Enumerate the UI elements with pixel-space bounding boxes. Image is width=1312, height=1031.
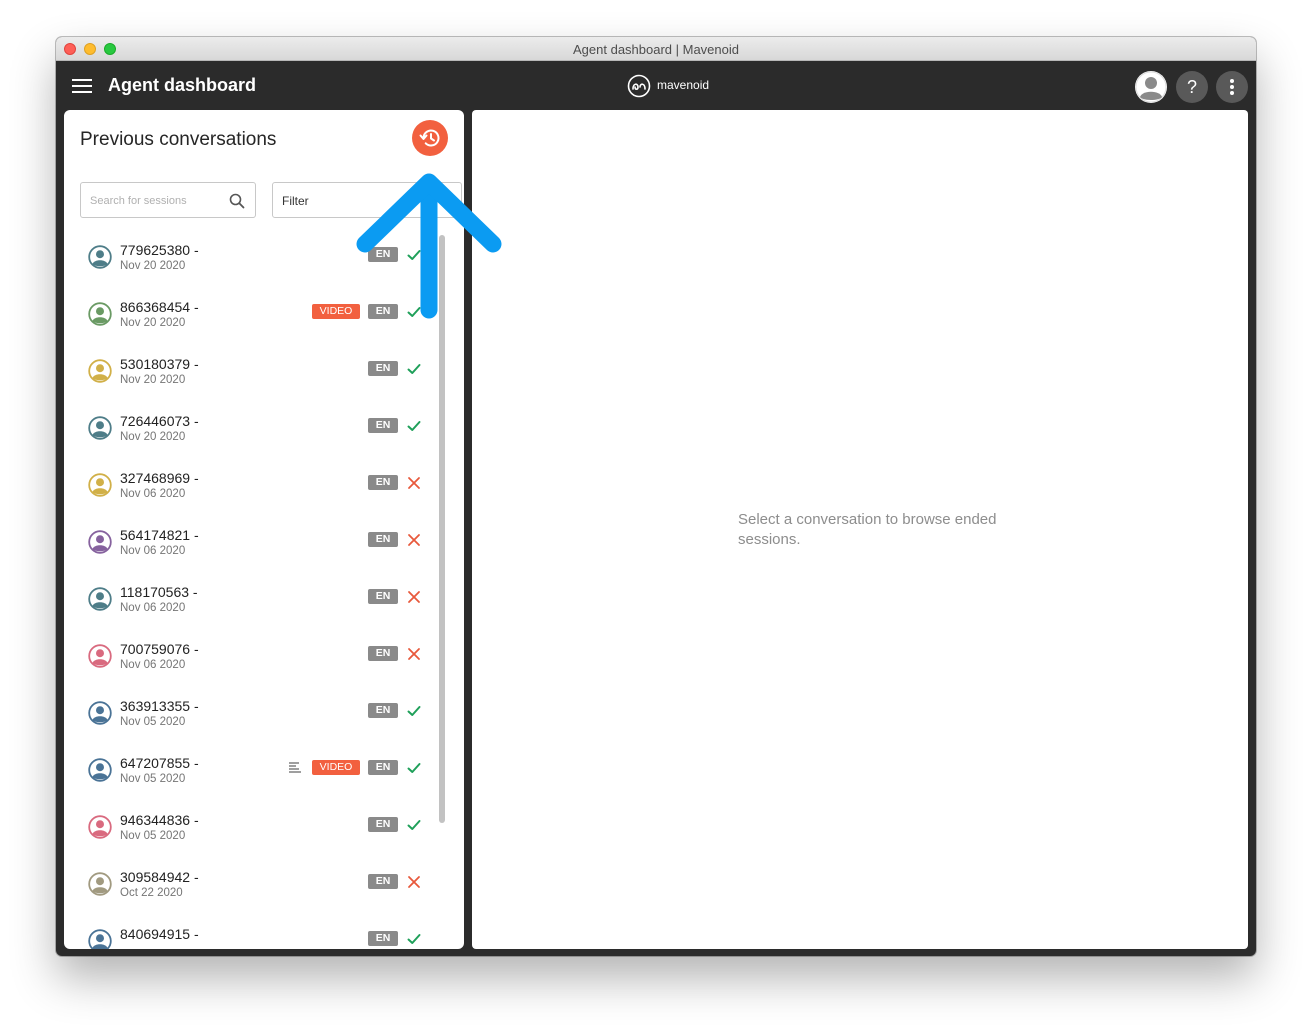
language-badge: EN xyxy=(368,874,398,889)
customer-avatar-icon xyxy=(88,245,112,269)
language-badge: EN xyxy=(368,931,398,946)
language-badge: EN xyxy=(368,703,398,718)
language-badge: EN xyxy=(368,475,398,490)
conversation-row[interactable]: 309584942 - Oct 22 2020 EN xyxy=(64,859,430,916)
history-button[interactable] xyxy=(412,120,448,156)
conversation-id: 363913355 - xyxy=(120,698,199,714)
customer-avatar-icon xyxy=(88,872,112,896)
conversation-date: Nov 06 2020 xyxy=(120,602,186,614)
conversation-date: Nov 05 2020 xyxy=(120,716,186,728)
history-icon xyxy=(419,129,440,147)
conversation-row[interactable]: 564174821 - Nov 06 2020 EN xyxy=(64,517,430,574)
search-box xyxy=(80,182,256,218)
search-icon[interactable] xyxy=(228,192,246,210)
conversation-row[interactable]: 530180379 - Nov 20 2020 EN xyxy=(64,346,430,403)
check-icon xyxy=(407,763,421,773)
conversation-row[interactable]: 840694915 - EN xyxy=(64,916,430,949)
close-icon xyxy=(408,876,420,888)
close-icon xyxy=(408,591,420,603)
user-icon xyxy=(1135,71,1167,103)
conversation-date: Oct 22 2020 xyxy=(120,887,183,899)
annotation-arrow-icon xyxy=(356,173,502,319)
conversation-date: Nov 20 2020 xyxy=(120,317,186,329)
language-badge: EN xyxy=(368,532,398,547)
video-badge: VIDEO xyxy=(312,760,360,775)
customer-avatar-icon xyxy=(88,815,112,839)
window-titlebar: Agent dashboard | Mavenoid xyxy=(56,37,1256,61)
app-title: Agent dashboard xyxy=(108,75,257,95)
conversation-row[interactable]: 946344836 - Nov 05 2020 EN xyxy=(64,802,430,859)
language-badge: EN xyxy=(368,418,398,433)
language-badge: EN xyxy=(368,589,398,604)
check-icon xyxy=(407,421,421,431)
conversation-date: Nov 05 2020 xyxy=(120,830,186,842)
close-icon xyxy=(408,477,420,489)
language-badge: EN xyxy=(368,817,398,832)
conversation-id: 530180379 - xyxy=(120,356,199,372)
check-icon xyxy=(407,820,421,830)
customer-avatar-icon xyxy=(88,530,112,554)
conversation-id: 866368454 - xyxy=(120,299,199,315)
brand-logo: mavenoid xyxy=(627,74,727,98)
panel-title: Previous conversations xyxy=(80,129,277,150)
check-icon xyxy=(407,364,421,374)
conversation-row[interactable]: 363913355 - Nov 05 2020 EN xyxy=(64,688,430,745)
customer-avatar-icon xyxy=(88,416,112,440)
customer-avatar-icon xyxy=(88,473,112,497)
more-vertical-icon xyxy=(1230,79,1234,83)
conversation-list: 779625380 - Nov 20 2020 EN 866368454 - Nov 2… xyxy=(64,232,464,949)
conversation-row[interactable]: 726446073 - Nov 20 2020 EN xyxy=(64,403,430,460)
customer-avatar-icon xyxy=(88,644,112,668)
language-badge: EN xyxy=(368,361,398,376)
notes-icon xyxy=(289,762,301,773)
conversation-date: Nov 06 2020 xyxy=(120,545,186,557)
check-icon xyxy=(407,934,421,944)
list-scrollbar[interactable] xyxy=(439,235,445,823)
user-avatar-button[interactable] xyxy=(1135,71,1167,103)
conversation-id: 726446073 - xyxy=(120,413,199,429)
conversation-detail-panel: Select a conversation to browse ended se… xyxy=(472,110,1248,949)
language-badge: EN xyxy=(368,646,398,661)
conversation-row[interactable]: 327468969 - Nov 06 2020 EN xyxy=(64,460,430,517)
conversation-id: 946344836 - xyxy=(120,812,199,828)
brand-name: mavenoid xyxy=(657,78,710,92)
customer-avatar-icon xyxy=(88,701,112,725)
window-title: Agent dashboard | Mavenoid xyxy=(573,42,739,57)
conversation-id: 118170563 - xyxy=(120,584,198,600)
conversation-row[interactable]: 647207855 - Nov 05 2020 VIDEO EN xyxy=(64,745,430,802)
filter-label: Filter xyxy=(282,194,309,208)
conversation-row[interactable]: 118170563 - Nov 06 2020 EN xyxy=(64,574,430,631)
conversation-id: 327468969 - xyxy=(120,470,199,486)
conversation-date: Nov 05 2020 xyxy=(120,773,186,785)
customer-avatar-icon xyxy=(88,929,112,949)
conversation-date: Nov 06 2020 xyxy=(120,488,186,500)
help-button[interactable]: ? xyxy=(1176,71,1208,103)
conversation-date: Nov 20 2020 xyxy=(120,374,186,386)
app-header: Agent dashboard mavenoid ? xyxy=(56,61,1256,109)
conversation-id: 779625380 - xyxy=(120,242,199,258)
check-icon xyxy=(407,706,421,716)
customer-avatar-icon xyxy=(88,758,112,782)
conversation-date: Nov 20 2020 xyxy=(120,431,186,443)
conversation-date: Nov 20 2020 xyxy=(120,260,186,272)
menu-icon[interactable] xyxy=(72,79,92,93)
customer-avatar-icon xyxy=(88,587,112,611)
conversation-id: 564174821 - xyxy=(120,527,199,543)
search-input[interactable] xyxy=(90,192,220,210)
app-window: Agent dashboard | Mavenoid Agent dashboa… xyxy=(56,37,1256,956)
conversation-id: 647207855 - xyxy=(120,755,199,771)
empty-state-message: Select a conversation to browse ended se… xyxy=(738,511,997,548)
customer-avatar-icon xyxy=(88,302,112,326)
conversation-id: 309584942 - xyxy=(120,869,199,885)
more-options-button[interactable] xyxy=(1216,71,1248,103)
close-icon xyxy=(408,534,420,546)
conversation-date: Nov 06 2020 xyxy=(120,659,186,671)
conversation-id: 840694915 - xyxy=(120,926,199,942)
conversation-id: 700759076 - xyxy=(120,641,199,657)
customer-avatar-icon xyxy=(88,359,112,383)
close-icon xyxy=(408,648,420,660)
language-badge: EN xyxy=(368,760,398,775)
mavenoid-logo-icon xyxy=(627,74,651,98)
conversation-row[interactable]: 700759076 - Nov 06 2020 EN xyxy=(64,631,430,688)
